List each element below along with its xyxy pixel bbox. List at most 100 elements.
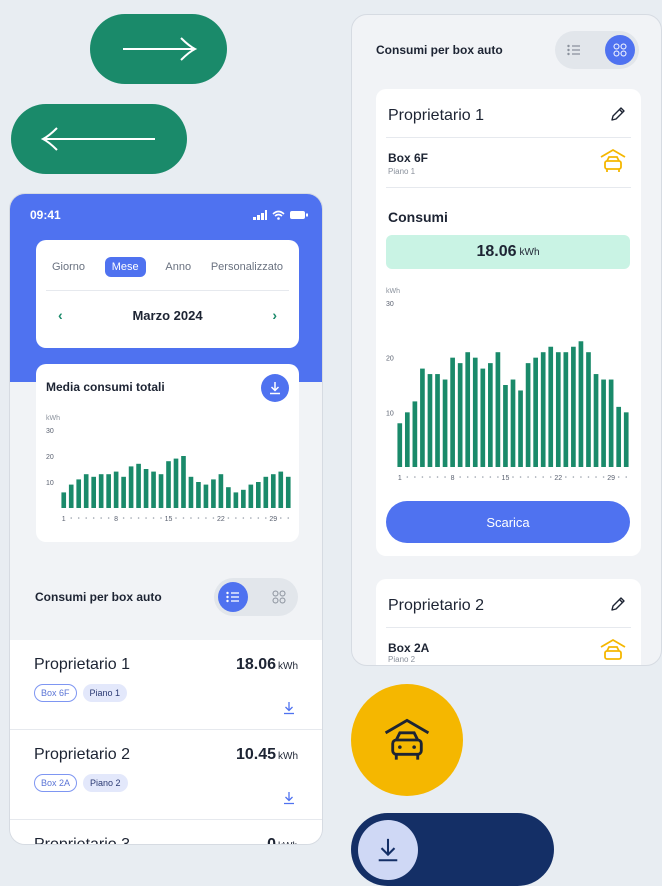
x-tick-label: 8 [114, 516, 118, 523]
x-tick-dot [70, 517, 73, 519]
download-chart-button[interactable] [261, 374, 289, 402]
bar [113, 471, 119, 508]
bar [472, 357, 478, 467]
box-badge: Box 6F [34, 684, 77, 702]
download-icon[interactable] [282, 791, 296, 805]
month-navigator: ‹ Marzo 2024 › [36, 291, 299, 339]
bar [495, 352, 501, 467]
view-toggle[interactable] [555, 31, 639, 69]
x-tick-dot [77, 517, 80, 519]
x-tick-dot [549, 476, 552, 478]
x-tick-dot [602, 476, 605, 478]
grid-view-button[interactable] [264, 582, 294, 612]
x-tick-dot [212, 517, 215, 519]
list-icon [226, 591, 239, 603]
floor-badge: Piano 1 [82, 684, 128, 702]
x-tick-dot [190, 517, 192, 519]
phone-screen: 09:41 Giorno Mese Anno Personalizzato ‹ … [9, 193, 323, 845]
bar [121, 476, 126, 508]
list-item[interactable]: Proprietario 1 18.06 kWh Box 6F Piano 1 [10, 640, 322, 730]
bar [397, 423, 403, 467]
owner-consumption: 18.06 kWh [235, 656, 298, 673]
next-arrow-button[interactable] [90, 14, 227, 84]
x-tick-dot [436, 476, 439, 478]
download-icon [270, 382, 280, 395]
download-button[interactable]: Scarica [386, 501, 630, 543]
x-tick-dot [617, 476, 620, 478]
bar [488, 363, 493, 467]
download-pill-button[interactable] [351, 813, 554, 886]
chevron-left-icon[interactable]: ‹ [58, 307, 63, 323]
garage-car-icon [600, 638, 626, 660]
tab-giorno[interactable]: Giorno [52, 261, 85, 273]
x-tick-label: 1 [62, 516, 66, 523]
bar [540, 352, 546, 467]
y-tick-label: 10 [386, 410, 394, 417]
owner-name: Proprietario 2 [388, 597, 485, 614]
list-item[interactable]: Proprietario 3 0kWh [10, 820, 322, 844]
view-toggle[interactable] [214, 578, 298, 616]
signal-icon [253, 210, 267, 220]
box-label: Box 6F [388, 151, 429, 165]
bar [285, 476, 291, 508]
list-item[interactable]: Proprietario 2 10.45 kWh Box 2A Piano 2 [10, 730, 322, 820]
owner-badges: Box 2A Piano 2 [34, 774, 298, 792]
bar [616, 406, 622, 467]
garage-car-icon [600, 148, 626, 172]
x-tick-dot [527, 476, 529, 478]
bar [128, 466, 134, 508]
grid-view-button[interactable] [605, 35, 635, 65]
x-tick-dot [512, 476, 514, 478]
bar [83, 474, 89, 508]
bar [68, 484, 74, 508]
bar [98, 474, 104, 508]
bar [263, 476, 269, 508]
list-view-button[interactable] [218, 582, 248, 612]
download-icon[interactable] [282, 701, 296, 715]
grid-icon [613, 43, 627, 57]
boxes-title: Consumi per box auto [35, 590, 162, 604]
bar [578, 341, 584, 467]
bar [623, 412, 629, 467]
y-tick-label: 10 [46, 480, 54, 487]
x-tick-dot [242, 517, 245, 519]
panel-header: Consumi per box auto [376, 31, 639, 69]
chevron-right-icon[interactable]: › [272, 307, 277, 323]
bar [91, 476, 96, 508]
bar [188, 476, 194, 508]
tab-mese[interactable]: Mese [104, 257, 146, 277]
bar [442, 379, 448, 467]
tab-anno[interactable]: Anno [165, 261, 191, 273]
bar [278, 471, 284, 508]
bar [233, 492, 239, 508]
x-tick-dot [100, 517, 102, 519]
x-tick-dot [534, 476, 537, 478]
x-tick-dot [459, 476, 461, 478]
average-consumption-card: Media consumi totali kWh 10 20 30 1 8 15 22 29 [36, 364, 299, 542]
bar [457, 363, 463, 467]
tab-personalizzato[interactable]: Personalizzato [211, 261, 283, 273]
previous-arrow-button[interactable] [11, 104, 187, 174]
bar [76, 479, 82, 508]
x-tick-dot [444, 476, 446, 478]
list-view-button[interactable] [559, 35, 589, 65]
bar [151, 471, 156, 508]
x-tick-label: 29 [269, 516, 277, 523]
x-tick-dot [265, 517, 267, 519]
x-tick-dot [205, 517, 207, 519]
bar [510, 379, 516, 467]
bar [503, 385, 508, 467]
divider [386, 627, 631, 628]
pencil-icon[interactable] [609, 105, 627, 123]
y-tick-label: 20 [46, 454, 54, 461]
arrow-right-icon [122, 37, 197, 61]
x-tick-label: 22 [217, 516, 225, 523]
chart-title: Media consumi totali [46, 380, 165, 394]
garage-car-icon [384, 718, 430, 760]
x-tick-label: 15 [165, 516, 173, 523]
battery-icon [290, 211, 308, 219]
pencil-icon[interactable] [609, 595, 627, 613]
bar [480, 368, 486, 467]
arrow-left-icon [40, 127, 155, 151]
x-tick-dot [429, 476, 431, 478]
